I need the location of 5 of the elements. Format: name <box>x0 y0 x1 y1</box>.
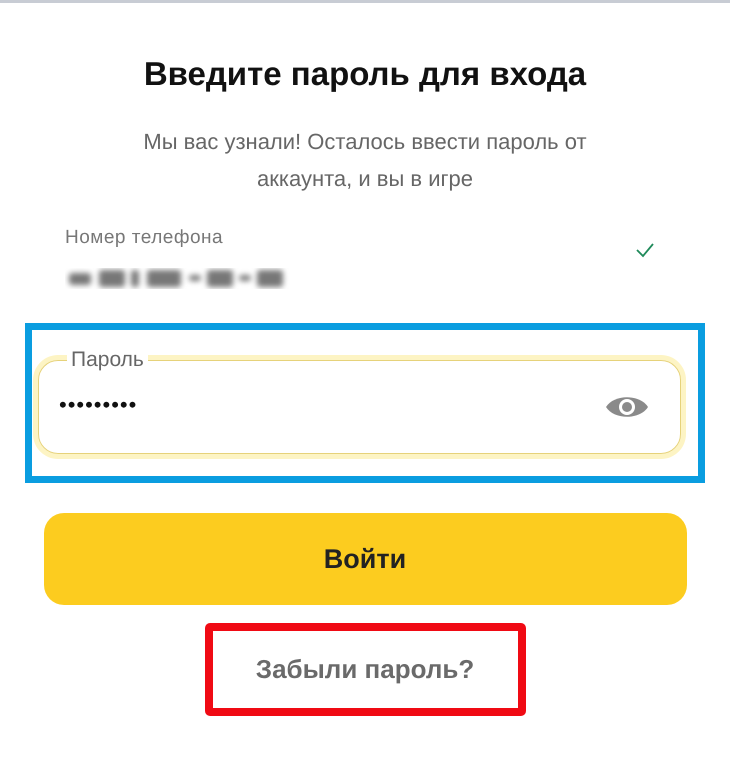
page-title: Введите пароль для входа <box>144 55 586 93</box>
page-subtitle: Мы вас узнали! Осталось ввести пароль от аккаунта, и вы в игре <box>142 128 588 193</box>
forgot-password-link[interactable]: Забыли пароль? <box>256 654 474 685</box>
login-button[interactable]: Войти <box>44 513 686 605</box>
field-label: Номер телефона <box>65 227 224 249</box>
